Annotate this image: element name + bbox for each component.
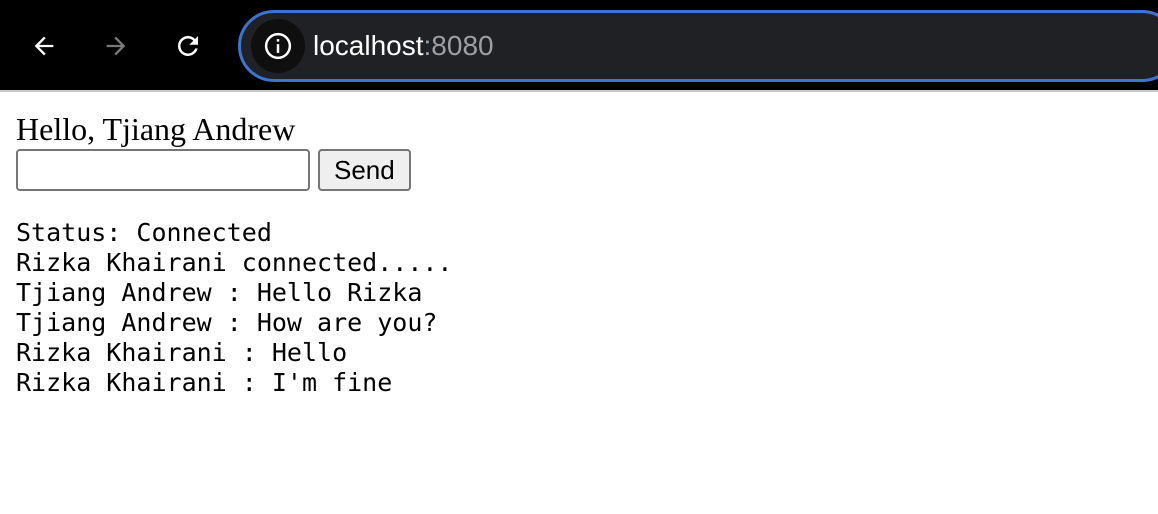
back-button[interactable] [20,22,68,70]
reload-icon [177,35,198,56]
url-host: localhost [313,30,424,61]
address-bar[interactable]: localhost:8080 [238,10,1158,82]
page-content: Hello, Tjiang Andrew Send Status: Connec… [16,110,1136,398]
chat-message: Rizka Khairani : I'm fine [16,368,393,397]
chat-message: Rizka Khairani : Hello [16,338,348,367]
message-input[interactable] [16,149,310,191]
site-info-button[interactable] [251,19,305,73]
reload-button[interactable] [164,22,212,70]
chat-message: Rizka Khairani connected..... [16,248,453,277]
info-icon [264,32,292,60]
send-button[interactable]: Send [318,149,411,191]
url-port: :8080 [423,30,494,61]
message-form: Send [16,148,1136,192]
browser-toolbar: localhost:8080 [0,0,1158,92]
url-text[interactable]: localhost:8080 [313,29,494,63]
forward-button[interactable] [92,22,140,70]
arrow-forward-icon [106,36,126,56]
chat-message: Tjiang Andrew : Hello Rizka [16,278,423,307]
status-text: Status: Connected [16,218,272,247]
chat-output: Status: Connected Rizka Khairani connecte… [16,218,1136,398]
arrow-back-icon [34,36,54,56]
greeting-text: Hello, Tjiang Andrew [16,111,296,147]
chat-message: Tjiang Andrew : How are you? [16,308,438,337]
